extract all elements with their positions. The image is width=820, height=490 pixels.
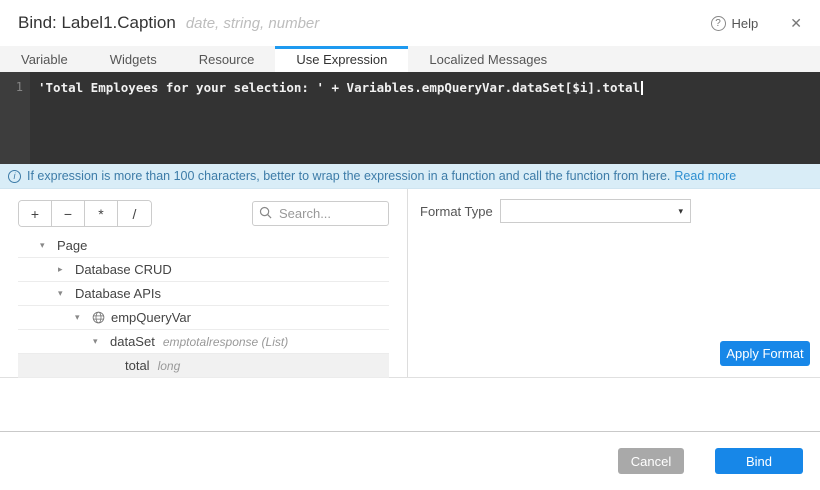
chevron-right-icon[interactable]: ▸ <box>58 264 70 275</box>
dialog-title: Bind: Label1.Caption <box>18 13 176 32</box>
dropdown-arrow-icon: ▾ <box>678 206 683 216</box>
tab-bar: Variable Widgets Resource Use Expression… <box>0 46 820 72</box>
help-label: Help <box>731 15 759 31</box>
tree-node-type: long <box>157 358 181 373</box>
content-area: + − * / ▾ Page ▸ <box>0 189 820 378</box>
tree-node-total[interactable]: total long <box>18 354 389 378</box>
chevron-down-icon[interactable]: ▾ <box>75 312 87 323</box>
tree-node-type: emptotalresponse (List) <box>162 334 289 349</box>
chevron-down-icon[interactable]: ▾ <box>58 288 70 299</box>
info-message: If expression is more than 100 character… <box>27 169 671 183</box>
tree-node-label: Database APIs <box>75 286 161 301</box>
tree-node-label: Database CRUD <box>75 262 172 277</box>
operator-button-group: + − * / <box>18 200 152 227</box>
editor-code-area[interactable]: 'Total Employees for your selection: ' +… <box>30 72 820 164</box>
tab-widgets[interactable]: Widgets <box>89 46 178 72</box>
info-bar: i If expression is more than 100 charact… <box>0 164 820 189</box>
dialog-subtitle: date, string, number <box>185 14 320 32</box>
divide-operator-button[interactable]: / <box>118 201 151 226</box>
tree-node-empqueryvar[interactable]: ▾ empQueryVar <box>18 306 389 330</box>
tree-node-label: Page <box>57 238 88 253</box>
tab-resource[interactable]: Resource <box>178 46 276 72</box>
help-button[interactable]: ? Help <box>710 15 759 31</box>
line-number: 1 <box>15 80 23 94</box>
expression-editor[interactable]: 1 'Total Employees for your selection: '… <box>0 72 820 164</box>
plus-operator-button[interactable]: + <box>19 201 52 226</box>
close-icon[interactable]: ✕ <box>790 15 802 32</box>
dialog-footer: Cancel Bind <box>0 431 820 490</box>
chevron-down-icon[interactable]: ▾ <box>40 240 52 251</box>
search-icon <box>259 206 272 224</box>
search-box <box>252 201 389 226</box>
dialog-header: Bind: Label1.Caption date, string, numbe… <box>0 0 820 46</box>
operator-toolbar: + − * / <box>18 200 389 227</box>
tab-use-expression[interactable]: Use Expression <box>275 46 409 72</box>
search-input[interactable] <box>252 201 389 226</box>
tree-node-label: dataSet <box>110 334 155 349</box>
tree-node-dataset[interactable]: ▾ dataSet emptotalresponse (List) <box>18 330 389 354</box>
text-cursor <box>641 81 644 95</box>
bind-button[interactable]: Bind <box>715 448 803 474</box>
read-more-link[interactable]: Read more <box>674 169 736 183</box>
cancel-button[interactable]: Cancel <box>618 448 684 474</box>
tab-localized-messages[interactable]: Localized Messages <box>408 46 568 72</box>
minus-operator-button[interactable]: − <box>52 201 85 226</box>
variable-tree: ▾ Page ▸ Database CRUD ▾ Database APIs ▾ <box>0 234 407 378</box>
editor-gutter: 1 <box>0 72 30 164</box>
tree-node-label: total <box>125 358 150 373</box>
bind-dialog: Bind: Label1.Caption date, string, numbe… <box>0 0 820 490</box>
chevron-down-icon[interactable]: ▾ <box>93 336 105 347</box>
tree-node-label: empQueryVar <box>111 310 191 325</box>
info-icon: i <box>8 169 21 183</box>
format-type-select[interactable]: ▾ <box>500 199 691 223</box>
multiply-operator-button[interactable]: * <box>85 201 118 226</box>
apply-format-button[interactable]: Apply Format <box>720 341 810 366</box>
tab-variable[interactable]: Variable <box>0 46 89 72</box>
format-type-label: Format Type <box>420 203 493 219</box>
service-variable-icon <box>92 311 105 324</box>
expression-text: 'Total Employees for your selection: ' +… <box>38 80 641 95</box>
tree-node-database-crud[interactable]: ▸ Database CRUD <box>18 258 389 282</box>
tree-node-page[interactable]: ▾ Page <box>18 234 389 258</box>
variable-tree-panel: + − * / ▾ Page ▸ <box>0 189 408 378</box>
format-panel: Format Type ▾ Apply Format <box>408 189 820 377</box>
tree-node-database-apis[interactable]: ▾ Database APIs <box>18 282 389 306</box>
help-icon: ? <box>710 15 726 31</box>
